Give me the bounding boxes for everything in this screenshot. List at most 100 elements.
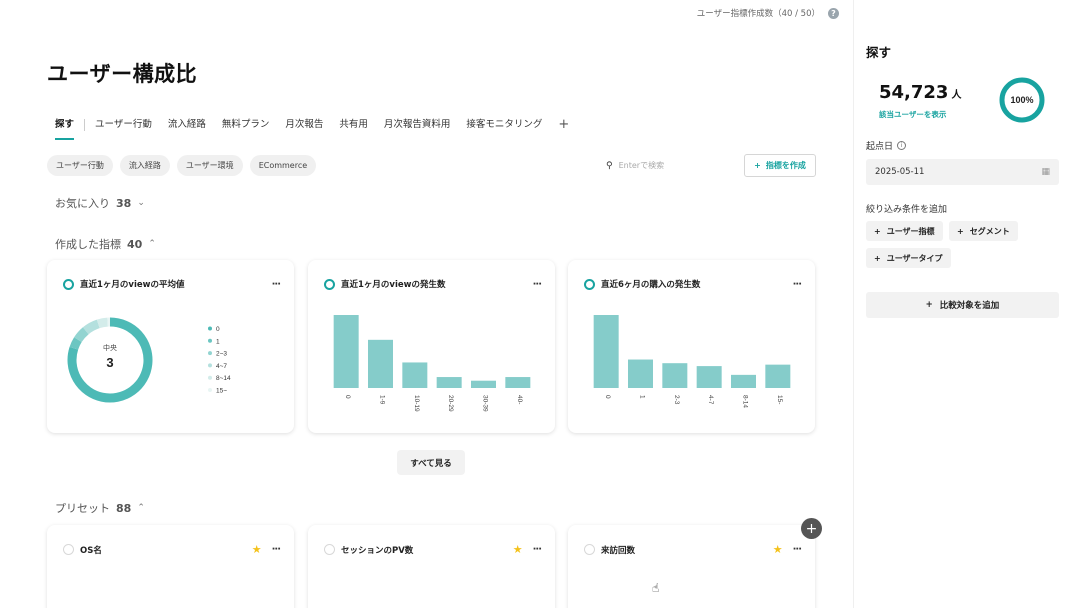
chevron-up-icon: ⌃: [137, 503, 145, 513]
add-user-type-filter[interactable]: + ユーザータイプ: [866, 248, 951, 268]
see-all-button[interactable]: すべて見る: [397, 450, 465, 475]
card-header: 来訪回数 ★ ···: [584, 543, 802, 556]
page-title: ユーザー構成比: [47, 62, 198, 86]
tab-explore[interactable]: 探す: [47, 118, 82, 140]
percent-ring: 100%: [999, 77, 1045, 123]
tick-label: 8-14: [742, 395, 749, 408]
add-tab-icon[interactable]: +: [550, 118, 577, 140]
bar: [368, 339, 393, 388]
donut-slice: [96, 317, 109, 329]
percent-ring-label: 100%: [1010, 95, 1033, 105]
tab-user-behavior[interactable]: ユーザー行動: [87, 118, 160, 140]
tab-monthly-report[interactable]: 月次報告: [277, 118, 331, 140]
more-icon[interactable]: ···: [272, 544, 281, 555]
bar-chart: 0 1-9 10-19 20-29 30-39 40-: [333, 315, 531, 412]
bar: [696, 366, 722, 388]
created-header[interactable]: 作成した指標 40 ⌃: [55, 236, 156, 252]
created-count: 40: [127, 237, 143, 251]
favorites-header[interactable]: お気に入り 38 ⌄: [55, 195, 145, 211]
card-header: OS名 ★ ···: [63, 543, 281, 556]
filter-label: 絞り込み条件を追加: [866, 205, 948, 215]
bar: [593, 315, 619, 388]
main-panel: ユーザー指標作成数（40 / 50） ? ユーザー構成比 探す ユーザー行動 流…: [0, 0, 853, 608]
start-date-label: 起点日 i: [866, 139, 907, 152]
create-metric-button[interactable]: + 指標を作成: [744, 154, 816, 177]
chip-inflow[interactable]: 流入経路: [119, 155, 170, 176]
start-date-field[interactable]: 2025-05-11 ▦: [866, 159, 1059, 185]
calendar-icon: ▦: [1041, 167, 1050, 177]
filter-label-text: セグメント: [969, 226, 1010, 236]
preset-card[interactable]: 来訪回数 ★ ···: [568, 525, 815, 608]
star-icon[interactable]: ★: [252, 543, 262, 556]
favorites-count: 38: [116, 196, 132, 210]
tick-label: 0: [604, 395, 611, 399]
legend-label: 15~: [216, 388, 227, 395]
more-icon[interactable]: ···: [793, 544, 802, 555]
tab-divider: [84, 118, 86, 131]
legend-dot: [208, 326, 212, 331]
user-count-value: 54,723: [879, 82, 949, 103]
bar: [333, 315, 359, 388]
preset-card[interactable]: セッションのPV数 ★ ···: [308, 525, 555, 608]
metric-card[interactable]: 直近6ヶ月の購入の発生数 ··· 0 1 2-3 4-7 8-14 15-: [568, 260, 815, 433]
plus-icon: +: [754, 161, 761, 170]
add-card-button[interactable]: +: [801, 518, 822, 539]
user-count: 54,723 人: [879, 82, 961, 103]
bar: [436, 377, 462, 388]
favorites-label: お気に入り: [55, 197, 110, 210]
preset-header[interactable]: プリセット 88 ⌃: [55, 500, 145, 516]
plus-icon: +: [874, 226, 881, 236]
bar: [471, 380, 496, 388]
help-icon[interactable]: ?: [828, 7, 839, 19]
filter-label-text: ユーザー指標: [886, 226, 935, 236]
tick-label: 1: [639, 395, 646, 399]
star-icon[interactable]: ★: [513, 543, 523, 556]
donut-center-label: 中央: [103, 343, 117, 352]
legend-dot: [208, 388, 212, 392]
info-icon[interactable]: i: [897, 141, 907, 150]
card-title: 来訪回数: [601, 545, 636, 556]
metric-card[interactable]: 直近1ヶ月のviewの平均値 ··· 中央 3 0 1 2~3 4~7 8~14 15~: [47, 260, 294, 433]
start-date-label-text: 起点日: [866, 142, 894, 152]
donut-slice: [69, 337, 82, 350]
add-segment-filter[interactable]: + セグメント: [949, 221, 1018, 241]
donut-slice: [82, 319, 100, 335]
tick-label: 30-39: [482, 395, 489, 412]
plus-icon: +: [874, 253, 881, 263]
chip-ecommerce[interactable]: ECommerce: [249, 155, 317, 176]
panel-title: 探す: [866, 45, 892, 60]
tick-label: 2-3: [673, 395, 680, 405]
created-label: 作成した指標: [55, 238, 121, 251]
legend-dot: [208, 351, 212, 356]
tab-shared[interactable]: 共有用: [331, 118, 376, 140]
legend-label: 4~7: [216, 363, 227, 370]
bar: [662, 363, 688, 388]
search-placeholder: Enterで検索: [618, 161, 665, 170]
preset-card[interactable]: OS名 ★ ···: [47, 525, 294, 608]
metric-ring-icon: [324, 544, 335, 555]
category-chips: ユーザー行動 流入経路 ユーザー環境 ECommerce: [47, 155, 317, 176]
star-icon[interactable]: ★: [773, 543, 783, 556]
add-compare-button[interactable]: + 比較対象を追加: [866, 292, 1059, 318]
chevron-up-icon: ⌃: [148, 239, 156, 249]
chip-user-behavior[interactable]: ユーザー行動: [47, 155, 113, 176]
show-users-link[interactable]: 該当ユーザーを表示: [879, 109, 946, 120]
tab-monthly-material[interactable]: 月次報告資料用: [376, 118, 459, 140]
bar-chart: 0 1 2-3 4-7 8-14 15-: [593, 315, 791, 408]
tick-label: 20-29: [447, 395, 454, 412]
donut-chart: 中央 3 0 1 2~3 4~7 8~14 15~: [67, 317, 231, 403]
app-page: ユーザー指標作成数（40 / 50） ? ユーザー構成比 探す ユーザー行動 流…: [0, 0, 1080, 608]
chip-user-env[interactable]: ユーザー環境: [176, 155, 243, 176]
metric-ring-icon: [584, 544, 595, 555]
hand-cursor-icon: ☝: [652, 581, 660, 595]
tab-customer-monitoring[interactable]: 接客モニタリング: [458, 118, 550, 140]
search-icon: ⚲: [606, 160, 613, 171]
tick-label: 0: [344, 395, 351, 399]
metric-card[interactable]: 直近1ヶ月のviewの発生数 ··· 0 1-9 10-19 20-29 30-39 40…: [308, 260, 555, 433]
tab-free-plan[interactable]: 無料プラン: [214, 118, 278, 140]
search-input[interactable]: ⚲ Enterで検索: [598, 155, 736, 176]
add-user-metric-filter[interactable]: + ユーザー指標: [866, 221, 943, 241]
tab-inflow[interactable]: 流入経路: [160, 118, 214, 140]
filter-label-text: ユーザータイプ: [886, 253, 943, 263]
more-icon[interactable]: ···: [533, 544, 542, 555]
